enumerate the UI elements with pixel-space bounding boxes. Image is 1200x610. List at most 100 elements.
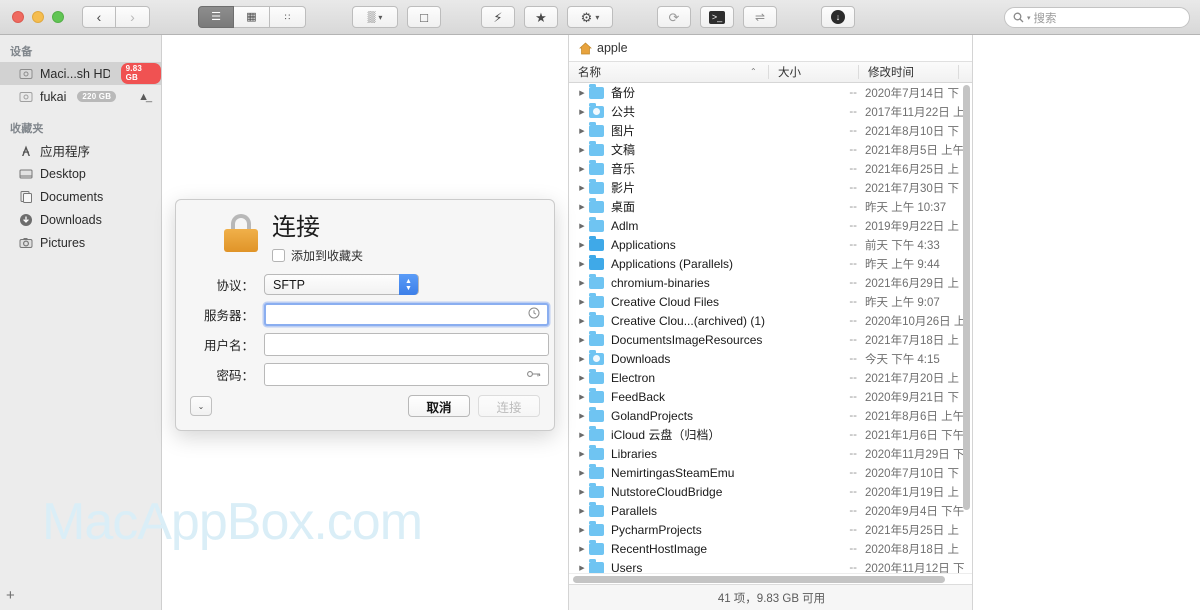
vertical-scrollbar[interactable] <box>963 85 970 593</box>
forward-button[interactable]: › <box>116 6 150 28</box>
quick-action-button[interactable]: ⚡ <box>481 6 515 28</box>
table-row[interactable]: ▶ RecentHostImage -- 2020年8月18日 上 <box>569 539 972 558</box>
column-header-size[interactable]: 大小 <box>769 62 859 82</box>
disclosure-triangle-icon[interactable]: ▶ <box>575 108 589 116</box>
password-input[interactable] <box>264 363 549 386</box>
list-view-button[interactable]: ☰ <box>198 6 234 28</box>
disclosure-triangle-icon[interactable]: ▶ <box>575 507 589 515</box>
sidebar-item-documents[interactable]: Documents <box>0 185 161 208</box>
table-row[interactable]: ▶ 音乐 -- 2021年6月25日 上 <box>569 159 972 178</box>
terminal-button[interactable]: >_ <box>700 6 734 28</box>
disclosure-triangle-icon[interactable]: ▶ <box>575 89 589 97</box>
protocol-select[interactable]: SFTP ▲ ▼ <box>264 274 419 295</box>
table-row[interactable]: ▶ Parallels -- 2020年9月4日 下午 <box>569 501 972 520</box>
column-header-name[interactable]: 名称 <box>569 62 769 82</box>
close-button[interactable] <box>12 11 24 23</box>
disclosure-triangle-icon[interactable]: ▶ <box>575 355 589 363</box>
disclosure-triangle-icon[interactable]: ▶ <box>575 260 589 268</box>
horizontal-scrollbar[interactable] <box>569 573 972 584</box>
sidebar-item-applications[interactable]: 应用程序 <box>0 139 161 162</box>
disclosure-triangle-icon[interactable]: ▶ <box>575 184 589 192</box>
refresh-button[interactable]: ⟳ <box>657 6 691 28</box>
sidebar-item-fukai[interactable]: fukai 220 GB ▲̲ <box>0 85 161 108</box>
favorites-button[interactable]: ★ <box>524 6 558 28</box>
search-field[interactable]: ▾ 搜索 <box>1004 7 1190 28</box>
table-row[interactable]: ▶ PycharmProjects -- 2021年5月25日 上 <box>569 520 972 539</box>
key-icon[interactable] <box>527 368 541 382</box>
settings-button[interactable]: ⚙ ▾ <box>567 6 613 28</box>
disclosure-triangle-icon[interactable]: ▶ <box>575 146 589 154</box>
add-sidebar-item-button[interactable]: + <box>6 587 15 604</box>
disclosure-triangle-icon[interactable]: ▶ <box>575 317 589 325</box>
disclosure-triangle-icon[interactable]: ▶ <box>575 545 589 553</box>
file-size: -- <box>849 105 857 118</box>
table-row[interactable]: ▶ 桌面 -- 昨天 上午 10:37 <box>569 197 972 216</box>
add-to-favorites-row[interactable]: 添加到收藏夹 <box>272 247 363 264</box>
disclosure-triangle-icon[interactable]: ▶ <box>575 165 589 173</box>
disclosure-triangle-icon[interactable]: ▶ <box>575 412 589 420</box>
arrange-button[interactable]: ▒ ▾ <box>352 6 398 28</box>
sidebar-item-pictures[interactable]: Pictures <box>0 231 161 254</box>
sidebar-item-downloads[interactable]: Downloads <box>0 208 161 231</box>
table-row[interactable]: ▶ 公共 -- 2017年11月22日 上 <box>569 102 972 121</box>
disclosure-triangle-icon[interactable]: ▶ <box>575 393 589 401</box>
disclosure-triangle-icon[interactable]: ▶ <box>575 469 589 477</box>
column-view-button[interactable]: ▦ <box>234 6 270 28</box>
gallery-view-button[interactable]: ∷ <box>270 6 306 28</box>
disclosure-triangle-icon[interactable]: ▶ <box>575 374 589 382</box>
new-document-button[interactable]: □ <box>407 6 441 28</box>
column-header-date-modified[interactable]: 修改时间 <box>859 62 959 82</box>
table-row[interactable]: ▶ chromium-binaries -- 2021年6月29日 上 <box>569 273 972 292</box>
table-row[interactable]: ▶ Creative Clou...(archived) (1) -- 2020年10… <box>569 311 972 330</box>
horizontal-scroll-thumb[interactable] <box>573 576 945 583</box>
disclosure-triangle-icon[interactable]: ▶ <box>575 222 589 230</box>
download-button[interactable]: ↓ <box>821 6 855 28</box>
disclosure-triangle-icon[interactable]: ▶ <box>575 127 589 135</box>
server-input[interactable] <box>264 303 549 326</box>
disclosure-triangle-icon[interactable]: ▶ <box>575 336 589 344</box>
disclosure-triangle-icon[interactable]: ▶ <box>575 279 589 287</box>
dialog-disclosure-button[interactable]: ⌄ <box>190 396 212 416</box>
table-row[interactable]: ▶ 备份 -- 2020年7月14日 下 <box>569 83 972 102</box>
file-date-modified: 2021年7月20日 上 <box>865 372 959 385</box>
eject-icon[interactable]: ▲̲ <box>138 91 149 103</box>
table-row[interactable]: ▶ NemirtingasSteamEmu -- 2020年7月10日 下 <box>569 463 972 482</box>
disclosure-triangle-icon[interactable]: ▶ <box>575 488 589 496</box>
disclosure-triangle-icon[interactable]: ▶ <box>575 203 589 211</box>
disclosure-triangle-icon[interactable]: ▶ <box>575 450 589 458</box>
sync-button[interactable]: ⇌ <box>743 6 777 28</box>
zoom-button[interactable] <box>52 11 64 23</box>
path-bar[interactable]: apple <box>569 35 972 62</box>
table-row[interactable]: ▶ 文稿 -- 2021年8月5日 上午 <box>569 140 972 159</box>
disclosure-triangle-icon[interactable]: ▶ <box>575 564 589 572</box>
table-row[interactable]: ▶ 影片 -- 2021年7月30日 下 <box>569 178 972 197</box>
table-row[interactable]: ▶ Adlm -- 2019年9月22日 上 <box>569 216 972 235</box>
disclosure-triangle-icon[interactable]: ▶ <box>575 298 589 306</box>
add-to-favorites-checkbox[interactable] <box>272 249 285 262</box>
disclosure-triangle-icon[interactable]: ▶ <box>575 431 589 439</box>
table-row[interactable]: ▶ Libraries -- 2020年11月29日 下 <box>569 444 972 463</box>
minimize-button[interactable] <box>32 11 44 23</box>
stepper-icon[interactable]: ▲ ▼ <box>399 274 418 295</box>
vertical-scroll-thumb[interactable] <box>963 85 970 510</box>
table-row[interactable]: ▶ NutstoreCloudBridge -- 2020年1月19日 上 <box>569 482 972 501</box>
table-row[interactable]: ▶ DocumentsImageResources -- 2021年7月18日 上 <box>569 330 972 349</box>
table-row[interactable]: ▶ Electron -- 2021年7月20日 上 <box>569 368 972 387</box>
username-input[interactable] <box>264 333 549 356</box>
table-row[interactable]: ▶ FeedBack -- 2020年9月21日 下 <box>569 387 972 406</box>
sidebar-item-macintosh-hd[interactable]: Maci...sh HD 9.83 GB <box>0 62 161 85</box>
table-row[interactable]: ▶ Applications (Parallels) -- 昨天 上午 9:44 <box>569 254 972 273</box>
history-clock-icon[interactable] <box>528 307 540 322</box>
cancel-button[interactable]: 取消 <box>408 395 470 417</box>
back-button[interactable]: ‹ <box>82 6 116 28</box>
table-row[interactable]: ▶ 图片 -- 2021年8月10日 下 <box>569 121 972 140</box>
connect-button[interactable]: 连接 <box>478 395 540 417</box>
table-row[interactable]: ▶ Applications -- 前天 下午 4:33 <box>569 235 972 254</box>
table-row[interactable]: ▶ iCloud 云盘（归档） -- 2021年1月6日 下午 <box>569 425 972 444</box>
table-row[interactable]: ▶ Downloads -- 今天 下午 4:15 <box>569 349 972 368</box>
table-row[interactable]: ▶ GolandProjects -- 2021年8月6日 上午 <box>569 406 972 425</box>
disclosure-triangle-icon[interactable]: ▶ <box>575 241 589 249</box>
sidebar-item-desktop[interactable]: Desktop <box>0 162 161 185</box>
table-row[interactable]: ▶ Creative Cloud Files -- 昨天 上午 9:07 <box>569 292 972 311</box>
disclosure-triangle-icon[interactable]: ▶ <box>575 526 589 534</box>
